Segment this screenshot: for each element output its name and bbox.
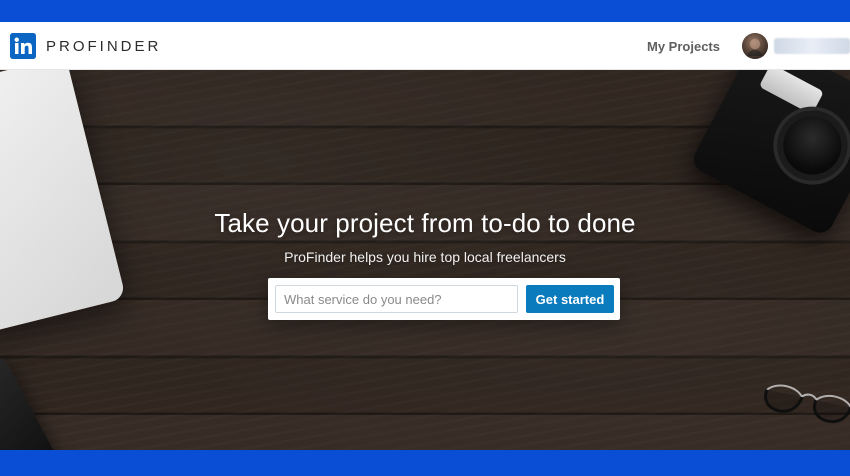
brand-wordmark: PROFINDER bbox=[46, 37, 162, 55]
service-search-card: Get started bbox=[268, 278, 620, 320]
get-started-button[interactable]: Get started bbox=[526, 285, 614, 313]
hero-subtitle: ProFinder helps you hire top local freel… bbox=[284, 249, 566, 265]
user-avatar-icon bbox=[742, 33, 768, 59]
linkedin-logo-icon bbox=[10, 33, 36, 59]
my-projects-link[interactable]: My Projects bbox=[647, 39, 720, 54]
hero-center: Take your project from to-do to done Pro… bbox=[0, 70, 850, 450]
hero: Take your project from to-do to done Pro… bbox=[0, 70, 850, 450]
logo[interactable]: PROFINDER bbox=[10, 33, 161, 59]
service-search-input[interactable] bbox=[275, 285, 518, 313]
window-bottom-bezel bbox=[0, 450, 850, 476]
nav-right: My Projects bbox=[647, 22, 850, 70]
account-name-redacted bbox=[774, 38, 850, 54]
top-navigation: PROFINDER My Projects bbox=[0, 22, 850, 70]
page-viewport: PROFINDER My Projects Take your project … bbox=[0, 22, 850, 450]
account-menu[interactable] bbox=[742, 33, 850, 59]
hero-title: Take your project from to-do to done bbox=[214, 208, 636, 238]
